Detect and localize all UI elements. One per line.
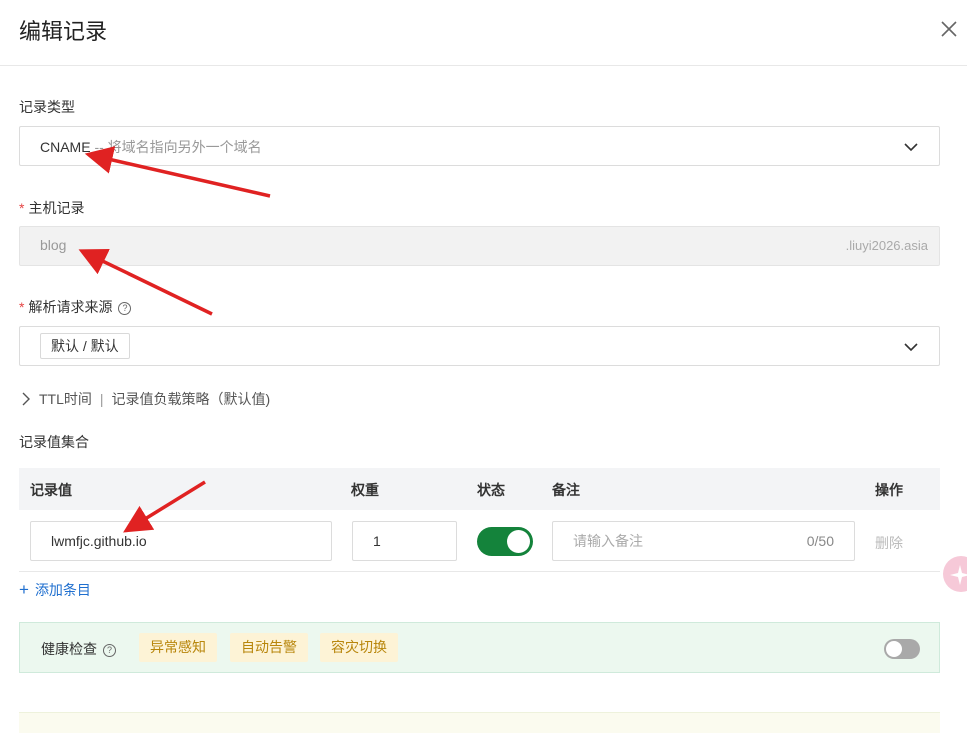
feature-chip: 自动告警 <box>230 633 308 662</box>
resolve-source-select[interactable]: 默认 / 默认 <box>19 326 940 366</box>
char-counter: 0/50 <box>806 533 834 549</box>
help-icon[interactable]: ? <box>103 644 116 657</box>
strategy-label: 记录值负载策略（默认值) <box>111 391 271 407</box>
table-header: 记录值 权重 状态 备注 操作 <box>19 468 940 510</box>
domain-suffix: .liuyi2026.asia <box>845 238 928 253</box>
bottom-notice-strip <box>19 712 940 733</box>
health-check-panel: 健康检查? 异常感知 自动告警 容灾切换 <box>19 622 940 673</box>
chevron-right-icon <box>22 392 30 406</box>
dialog-title: 编辑记录 <box>19 19 108 44</box>
help-icon[interactable]: ? <box>118 302 132 315</box>
column-header: 记录值 <box>30 482 72 498</box>
status-toggle[interactable] <box>477 527 533 556</box>
host-record-label: * 主机记录 <box>19 198 84 218</box>
record-value-input[interactable]: lwmfjc.github.io <box>30 521 332 561</box>
sparkle-icon <box>950 565 967 585</box>
column-header: 状态 <box>477 482 505 498</box>
host-record-label-text: 主机记录 <box>28 200 85 216</box>
close-icon[interactable] <box>938 18 960 40</box>
health-check-toggle[interactable] <box>884 639 920 659</box>
required-mark: * <box>19 200 25 216</box>
remark-input[interactable]: 请输入备注 0/50 <box>552 521 855 561</box>
dialog-header: 编辑记录 <box>0 0 967 66</box>
ttl-label: TTL时间 <box>39 391 92 407</box>
health-check-title: 健康检查? <box>41 639 116 659</box>
resolve-source-label-text: 解析请求来源 <box>28 299 113 315</box>
required-mark: * <box>19 299 25 315</box>
delete-button[interactable]: 删除 <box>875 533 903 553</box>
host-record-input: blog .liuyi2026.asia <box>19 226 940 266</box>
chevron-down-icon <box>904 343 918 352</box>
record-set-label: 记录值集合 <box>19 434 89 450</box>
table-row: lwmfjc.github.io 1 请输入备注 0/50 删除 <box>19 510 940 572</box>
column-header: 操作 <box>875 482 903 498</box>
weight-input[interactable]: 1 <box>352 521 457 561</box>
toggle-knob <box>886 641 902 657</box>
health-check-label: 健康检查 <box>41 641 97 657</box>
feature-chip: 异常感知 <box>139 633 217 662</box>
column-header: 备注 <box>552 482 580 498</box>
toggle-knob <box>507 530 530 553</box>
separator: | <box>99 391 104 407</box>
resolve-source-tag: 默认 / 默认 <box>40 333 130 359</box>
record-type-label: 记录类型 <box>19 99 75 115</box>
host-record-value: blog <box>40 237 67 253</box>
record-type-code: CNAME <box>40 139 91 155</box>
record-type-hint: -- 将域名指向另外一个域名 <box>90 139 262 155</box>
advanced-toggle[interactable]: TTL时间 | 记录值负载策略（默认值) <box>19 389 270 409</box>
column-header: 权重 <box>351 482 379 498</box>
feature-chip: 容灾切换 <box>320 633 398 662</box>
chevron-down-icon <box>904 143 918 152</box>
remark-placeholder: 请输入备注 <box>573 533 643 549</box>
resolve-source-label: * 解析请求来源? <box>19 297 132 317</box>
assistant-badge[interactable] <box>943 556 967 592</box>
plus-icon: + <box>19 580 29 599</box>
add-entry-button[interactable]: + 添加条目 <box>19 580 91 600</box>
record-type-select[interactable]: CNAME -- 将域名指向另外一个域名 <box>19 126 940 166</box>
add-entry-label: 添加条目 <box>34 582 91 598</box>
record-type-value: CNAME -- 将域名指向另外一个域名 <box>40 137 262 157</box>
